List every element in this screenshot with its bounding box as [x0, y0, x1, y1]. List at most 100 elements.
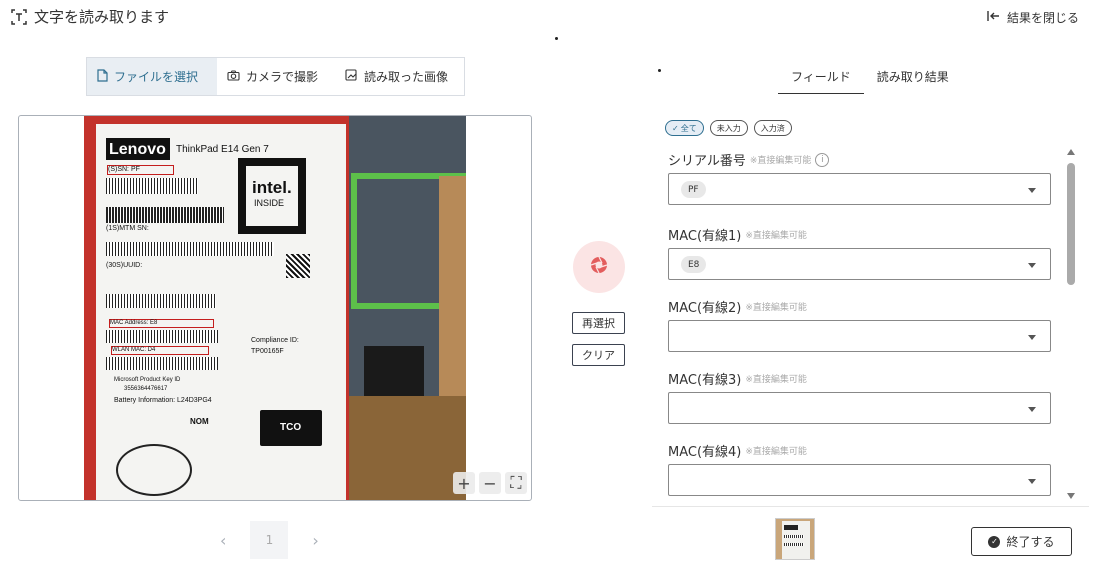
mac-wired-3-select[interactable]: [668, 392, 1051, 424]
filter-unfilled[interactable]: 未入力: [709, 120, 748, 136]
scroll-down-arrow[interactable]: [1067, 493, 1075, 499]
zoom-out-button[interactable]: −: [479, 472, 501, 494]
page-title: 文字を読み取ります: [34, 8, 170, 26]
field-note: ※直接編集可能: [749, 156, 812, 166]
value-tag: E8: [681, 256, 707, 273]
tab-camera[interactable]: カメラで撮影: [217, 58, 335, 95]
barcode: [106, 330, 218, 343]
label-wlan-highlight: WLAN MAC: D4: [111, 346, 209, 355]
tab-read-images-label: 読み取った画像: [364, 70, 449, 84]
image-thumbnail[interactable]: [775, 518, 815, 560]
chevron-down-icon: [1028, 263, 1036, 268]
tab-camera-label: カメラで撮影: [246, 70, 319, 84]
field-mac-wired-2: MAC(有線2) ※直接編集可能: [668, 297, 1051, 352]
zoom-in-button[interactable]: +: [453, 472, 475, 494]
check-icon: ✓: [672, 123, 679, 133]
scroll-thumb[interactable]: [1067, 163, 1075, 285]
reselect-button[interactable]: 再選択: [572, 312, 625, 334]
barcode: [106, 207, 224, 223]
label-battery: Battery Information: L24D3PG4: [114, 397, 212, 404]
label-brand: Lenovo: [109, 141, 166, 158]
page-header: 文字を読み取ります: [10, 6, 169, 27]
stray-dot: [555, 37, 558, 40]
tab-file-select[interactable]: ファイルを選択: [87, 58, 217, 95]
field-label: シリアル番号: [668, 154, 746, 169]
filter-filled[interactable]: 入力済: [753, 120, 792, 136]
image-scan-icon: [345, 68, 358, 85]
tab-read-images[interactable]: 読み取った画像: [335, 58, 464, 95]
page-number[interactable]: 1: [250, 521, 289, 559]
barcode: [106, 357, 218, 370]
chevron-down-icon: [1028, 479, 1036, 484]
value-tag: PF: [681, 181, 706, 198]
close-results-label: 結果を閉じる: [1006, 11, 1079, 25]
footer-divider: [652, 506, 1089, 507]
intel-logo: intel. INSIDE: [238, 158, 306, 234]
field-label: MAC(有線2): [668, 301, 742, 316]
check-circle-icon: ✓: [988, 535, 1001, 548]
finish-button[interactable]: ✓ 終了する: [971, 527, 1072, 556]
fit-screen-button[interactable]: ⛶: [505, 472, 527, 494]
field-label: MAC(有線3): [668, 373, 742, 388]
source-tabs: ファイルを選択 カメラで撮影 読み取った画像: [86, 57, 465, 96]
filter-all[interactable]: ✓ 全て: [665, 120, 704, 136]
field-list: シリアル番号 ※直接編集可能 i PF MAC(有線1) ※直接編集可能 E8 …: [652, 145, 1078, 502]
filter-all-label: 全て: [680, 123, 697, 133]
laptop-label-photo: Lenovo ThinkPad E14 Gen 7 (S)SN: PF (1S)…: [84, 116, 466, 500]
barcode: [106, 294, 216, 308]
field-mac-wired-1: MAC(有線1) ※直接編集可能 E8: [668, 225, 1051, 280]
close-results-button[interactable]: 結果を閉じる: [987, 9, 1079, 26]
label-mtm-sn: (1S)MTM SN:: [106, 225, 149, 232]
camera-icon: [227, 69, 240, 84]
result-tabs: フィールド 読み取り結果: [778, 60, 962, 94]
shutter-button[interactable]: [573, 241, 625, 293]
chevron-down-icon: [1028, 407, 1036, 412]
info-icon[interactable]: i: [815, 152, 830, 167]
filter-chips: ✓ 全て 未入力 入力済: [665, 120, 792, 136]
chevron-down-icon: [1028, 335, 1036, 340]
label-serial-highlight: (S)SN: PF: [107, 165, 174, 175]
label-nom: NOM: [190, 417, 209, 426]
label-compliance-id: TP00165F: [251, 348, 284, 355]
field-note: ※直接編集可能: [745, 375, 807, 385]
tab-read-results[interactable]: 読み取り結果: [864, 60, 962, 94]
qr-code: [286, 254, 310, 278]
field-serial-number: シリアル番号 ※直接編集可能 i PF: [668, 150, 1051, 205]
clear-button[interactable]: クリア: [572, 344, 625, 366]
tab-fields[interactable]: フィールド: [778, 60, 864, 94]
next-page-button[interactable]: ›: [312, 531, 318, 550]
chevron-down-icon: [1028, 188, 1036, 193]
prev-page-button[interactable]: ‹: [220, 531, 226, 550]
field-label: MAC(有線4): [668, 445, 742, 460]
tco-logo: TCO: [260, 410, 322, 446]
label-product-key-title: Microsoft Product Key ID: [114, 377, 181, 383]
barcode: [106, 178, 198, 194]
field-list-scrollbar[interactable]: [1065, 147, 1077, 501]
mac-wired-4-select[interactable]: [668, 464, 1051, 496]
arrow-left-bar-icon: [987, 10, 1001, 25]
finish-label: 終了する: [1006, 535, 1055, 549]
serial-number-select[interactable]: PF: [668, 173, 1051, 205]
field-note: ※直接編集可能: [745, 231, 807, 241]
text-scan-icon: [10, 8, 28, 26]
mac-wired-2-select[interactable]: [668, 320, 1051, 352]
shutter-icon: [589, 255, 609, 279]
field-mac-wired-4: MAC(有線4) ※直接編集可能: [668, 441, 1051, 496]
field-note: ※直接編集可能: [745, 447, 807, 457]
mac-wired-1-select[interactable]: E8: [668, 248, 1051, 280]
field-note: ※直接編集可能: [745, 303, 807, 313]
field-mac-wired-3: MAC(有線3) ※直接編集可能: [668, 369, 1051, 424]
pagination: ‹ 1 ›: [220, 521, 319, 559]
handwritten-circle: [116, 444, 192, 496]
label-model: ThinkPad E14 Gen 7: [176, 144, 269, 155]
tab-file-select-label: ファイルを選択: [114, 70, 199, 84]
image-viewer[interactable]: Lenovo ThinkPad E14 Gen 7 (S)SN: PF (1S)…: [18, 115, 532, 501]
label-product-key: 3556364476617: [124, 386, 168, 392]
file-icon: [97, 68, 108, 85]
stray-dot: [658, 69, 661, 72]
field-label: MAC(有線1): [668, 229, 742, 244]
scroll-up-arrow[interactable]: [1067, 149, 1075, 155]
barcode: [106, 242, 274, 256]
label-uuid: (30S)UUID:: [106, 262, 143, 269]
zoom-controls: + − ⛶: [453, 472, 527, 494]
